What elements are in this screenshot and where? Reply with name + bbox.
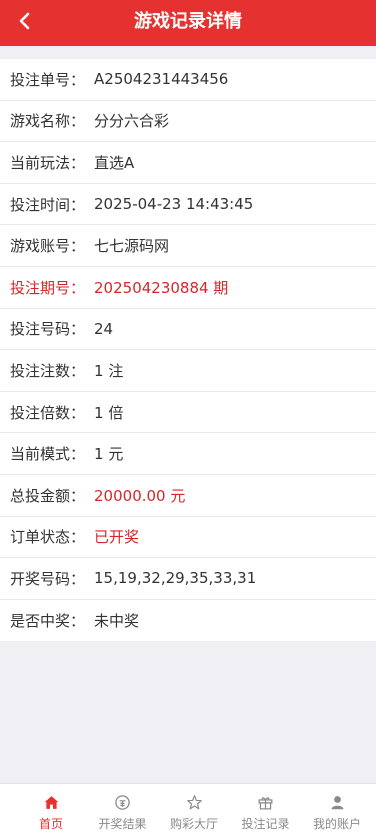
detail-label: 投注倍数：: [10, 403, 86, 422]
detail-value: 1 注: [94, 361, 124, 380]
tab-label: 首页: [38, 817, 63, 831]
tab-bet-records[interactable]: 投注记录: [233, 784, 299, 834]
lottery-result-icon: [115, 795, 130, 810]
detail-label: 开奖号码：: [10, 569, 86, 588]
detail-row-total-amount: 总投金额： 20000.00 元: [0, 475, 376, 517]
detail-row-game-name: 游戏名称： 分分六合彩: [0, 101, 376, 143]
star-icon: [186, 795, 202, 810]
home-icon: [44, 796, 58, 809]
detail-value: 2025-04-23 14:43:45: [94, 195, 254, 214]
detail-row-win-status: 是否中奖： 未中奖: [0, 600, 376, 642]
detail-label: 投注号码：: [10, 320, 86, 339]
detail-row-bet-time: 投注时间： 2025-04-23 14:43:45: [0, 184, 376, 226]
tab-my-account[interactable]: 我的账户: [304, 784, 370, 834]
detail-label: 当前模式：: [10, 445, 86, 464]
gift-icon: [258, 797, 273, 810]
detail-label: 游戏账号：: [10, 237, 86, 256]
detail-row-period: 投注期号： 202504230884 期: [0, 267, 376, 309]
detail-value: 1 倍: [94, 403, 124, 422]
detail-value: 20000.00 元: [94, 486, 186, 505]
detail-label: 订单状态：: [10, 528, 86, 547]
detail-value: 七七源码网: [94, 237, 170, 256]
detail-value: 1 元: [94, 445, 124, 464]
detail-value: 分分六合彩: [94, 112, 170, 131]
detail-value: 202504230884 期: [94, 278, 229, 297]
bottom-tab-bar: 首页 开奖结果 购彩大厅 投注记录 我的账户: [0, 783, 376, 834]
detail-value: 直选A: [94, 153, 135, 172]
detail-label: 是否中奖：: [10, 612, 86, 631]
detail-value: 未中奖: [94, 612, 140, 631]
detail-label: 当前玩法：: [10, 153, 86, 172]
app-header: 游戏记录详情: [0, 0, 376, 46]
detail-label: 投注时间：: [10, 195, 86, 214]
detail-row-bet-count: 投注注数： 1 注: [0, 350, 376, 392]
detail-row-account: 游戏账号： 七七源码网: [0, 225, 376, 267]
detail-row-bet-number: 投注号码： 24: [0, 309, 376, 351]
detail-value: A2504231443456: [94, 70, 229, 89]
tab-lottery-hall[interactable]: 购彩大厅: [161, 784, 227, 834]
detail-list: 投注单号： A2504231443456 游戏名称： 分分六合彩 当前玩法： 直…: [0, 59, 376, 642]
detail-label: 投注注数：: [10, 361, 86, 380]
detail-value: 15,19,32,29,35,33,31: [94, 569, 257, 588]
tab-label: 购彩大厅: [169, 817, 218, 831]
detail-row-order-no: 投注单号： A2504231443456: [0, 59, 376, 101]
detail-row-draw-numbers: 开奖号码： 15,19,32,29,35,33,31: [0, 558, 376, 600]
status-badge: 已开奖: [94, 528, 140, 547]
tab-label: 投注记录: [241, 817, 290, 831]
page-title: 游戏记录详情: [134, 11, 242, 32]
detail-label: 投注单号：: [10, 70, 86, 89]
tab-home[interactable]: 首页: [18, 784, 84, 834]
detail-label: 游戏名称：: [10, 112, 86, 131]
detail-row-multiplier: 投注倍数： 1 倍: [0, 392, 376, 434]
detail-row-play-type: 当前玩法： 直选A: [0, 142, 376, 184]
detail-row-mode: 当前模式： 1 元: [0, 433, 376, 475]
detail-label: 总投金额：: [10, 486, 86, 505]
detail-value: 24: [94, 319, 114, 338]
tab-label: 我的账户: [312, 817, 361, 831]
detail-row-order-status: 订单状态： 已开奖: [0, 517, 376, 559]
tab-lottery-results[interactable]: 开奖结果: [90, 784, 156, 834]
detail-label: 投注期号：: [10, 278, 86, 297]
user-icon: [331, 796, 343, 810]
tab-label: 开奖结果: [98, 817, 147, 831]
